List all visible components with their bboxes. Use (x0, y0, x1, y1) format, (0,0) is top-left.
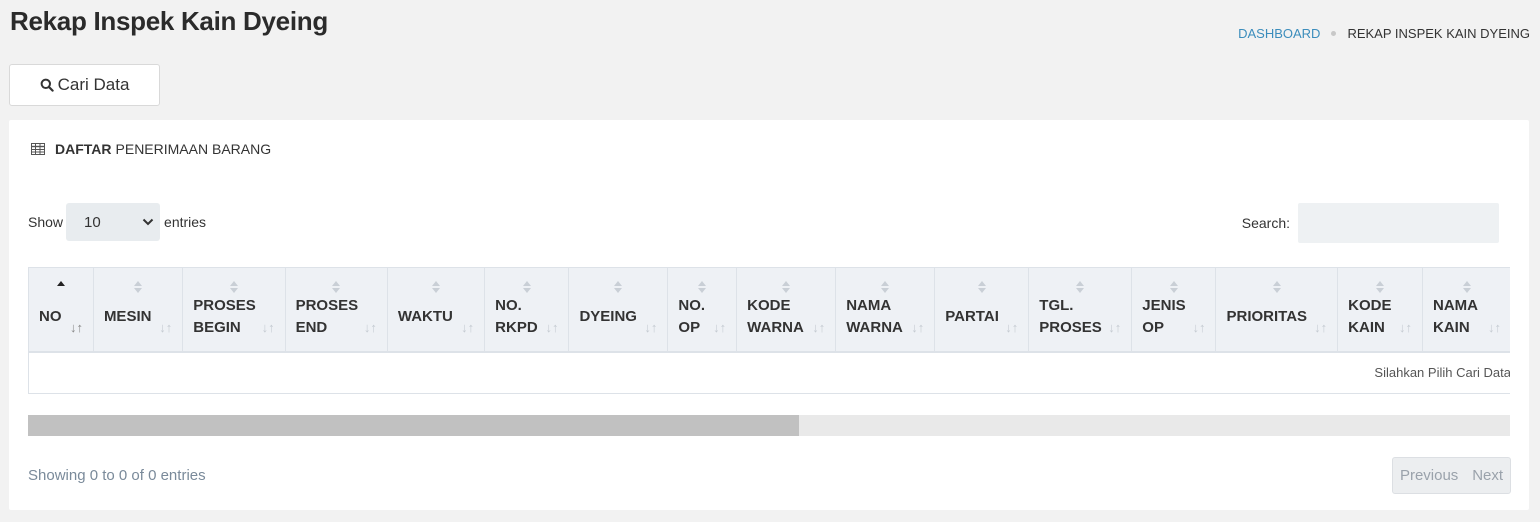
column-header-prioritas[interactable]: PRIORITAS ↓↑ (1215, 267, 1339, 353)
pagination: Previous Next (1392, 457, 1511, 494)
sort-arrows-icon (432, 281, 441, 293)
sort-toggle-icon: ↓↑ (261, 319, 275, 335)
sort-arrows-icon (1376, 281, 1385, 293)
column-header-dyeing[interactable]: DYEING ↓↑ (568, 267, 669, 353)
column-header-proses-begin[interactable]: PROSES BEGIN ↓↑ (182, 267, 286, 353)
sort-toggle-icon: ↓↑ (1005, 319, 1019, 335)
column-header-tgl-proses[interactable]: TGL. PROSES ↓↑ (1028, 267, 1133, 353)
card-header: DAFTAR PENERIMAAN BARANG (31, 141, 271, 157)
sort-toggle-icon: ↓↑ (911, 319, 925, 335)
table-info: Showing 0 to 0 of 0 entries (28, 467, 206, 484)
column-header-no-op[interactable]: NO. OP ↓↑ (667, 267, 738, 353)
column-header-kode-warna[interactable]: KODE WARNA ↓↑ (736, 267, 837, 353)
column-header-kode-kain[interactable]: KODE KAIN ↓↑ (1337, 267, 1423, 353)
entries-length-select[interactable]: 10 (66, 203, 161, 241)
page-title: Rekap Inspek Kain Dyeing (10, 6, 328, 36)
sort-toggle-icon: ↓↑ (1314, 319, 1328, 335)
column-header-nama-kain[interactable]: NAMA KAIN ↓↑ (1422, 267, 1510, 353)
table-row-empty: Silahkan Pilih Cari Data (28, 351, 1510, 394)
sort-arrows-icon (522, 281, 531, 293)
column-header-mesin[interactable]: MESIN ↓↑ (92, 267, 184, 353)
sort-toggle-icon: ↓↑ (1108, 319, 1122, 335)
card-title-rest: PENERIMAAN BARANG (115, 141, 272, 157)
sort-toggle-icon: ↓↑ (363, 319, 377, 335)
column-header-waktu[interactable]: WAKTU ↓↑ (386, 267, 486, 353)
sort-toggle-icon: ↓↑ (1192, 319, 1206, 335)
sort-toggle-icon: ↓↑ (713, 319, 727, 335)
column-header-no-rkpd[interactable]: NO. RKPD ↓↑ (484, 267, 570, 353)
sort-arrows-icon (332, 281, 341, 293)
sort-arrows-icon (134, 281, 143, 293)
next-button[interactable]: Next (1472, 467, 1503, 484)
sort-toggle-icon: ↓↑ (1488, 319, 1501, 335)
breadcrumb-separator (1331, 31, 1337, 36)
search-input[interactable] (1298, 203, 1499, 243)
table-icon (31, 143, 45, 155)
breadcrumb: DASHBOARD REKAP INSPEK KAIN DYEING (1238, 26, 1530, 41)
sort-arrows-icon (1463, 281, 1471, 293)
sort-toggle-icon: ↓↑ (1399, 319, 1412, 335)
horizontal-scrollbar[interactable] (28, 415, 1510, 436)
sort-arrows-icon (698, 281, 707, 293)
table-container: NO ↓↑ MESIN ↓↑ PROSES BEGIN ↓↑ PROSES END ↓↑ WAK… (28, 267, 1510, 395)
column-header-no[interactable]: NO ↓↑ (28, 267, 94, 353)
column-header-partai[interactable]: PARTAI ↓↑ (934, 267, 1030, 353)
sort-arrows-icon (1169, 281, 1178, 293)
entries-length-value: 10 (84, 213, 101, 231)
sort-arrows-icon (782, 281, 791, 293)
sort-toggle-icon: ↓↑ (159, 319, 173, 335)
card-title-bold: DAFTAR (55, 141, 112, 157)
sort-arrows-icon (881, 281, 890, 293)
previous-button[interactable]: Previous (1400, 467, 1458, 484)
search-label: Search: (1241, 215, 1290, 231)
column-header-proses-end[interactable]: PROSES END ↓↑ (284, 267, 388, 353)
sort-arrows-icon (977, 281, 986, 293)
sort-arrows-icon (1272, 281, 1281, 293)
data-card: DAFTAR PENERIMAAN BARANG Show 10 entries… (9, 120, 1529, 510)
search-data-button[interactable]: Cari Data (9, 64, 160, 106)
sort-toggle-icon: ↓↑ (545, 319, 559, 335)
scrollbar-thumb[interactable] (28, 415, 799, 436)
sort-toggle-icon: ↓↑ (812, 319, 826, 335)
column-header-nama-warna[interactable]: NAMA WARNA ↓↑ (835, 267, 936, 353)
column-header-jenis-op[interactable]: JENIS OP ↓↑ (1131, 267, 1217, 353)
sort-toggle-icon: ↓↑ (461, 319, 475, 335)
sort-toggle-icon: ↓↑ (69, 319, 83, 335)
entries-length-control: Show 10 entries (28, 203, 206, 241)
search-filter: Search: (1242, 203, 1499, 243)
sort-arrows-icon (229, 281, 238, 293)
table-header-row: NO ↓↑ MESIN ↓↑ PROSES BEGIN ↓↑ PROSES END ↓↑ WAK… (28, 267, 1510, 353)
empty-table-cell: Silahkan Pilih Cari Data (28, 351, 1510, 394)
data-table: NO ↓↑ MESIN ↓↑ PROSES BEGIN ↓↑ PROSES END ↓↑ WAK… (28, 267, 1510, 394)
column-header-label: PRIORITAS (1226, 308, 1308, 326)
sort-arrows-icon (1076, 281, 1085, 293)
show-label: Show (28, 214, 64, 230)
chevron-down-icon (142, 218, 154, 226)
sort-arrows-icon (614, 281, 623, 293)
search-data-label: Cari Data (57, 75, 130, 94)
entries-label: entries (164, 214, 207, 230)
sort-arrows-icon (56, 281, 65, 288)
breadcrumb-current: REKAP INSPEK KAIN DYEING (1347, 26, 1530, 41)
search-icon (40, 78, 54, 92)
sort-toggle-icon: ↓↑ (644, 319, 658, 335)
empty-message: Silahkan Pilih Cari Data (1374, 365, 1510, 380)
breadcrumb-dashboard-link[interactable]: DASHBOARD (1238, 26, 1320, 41)
